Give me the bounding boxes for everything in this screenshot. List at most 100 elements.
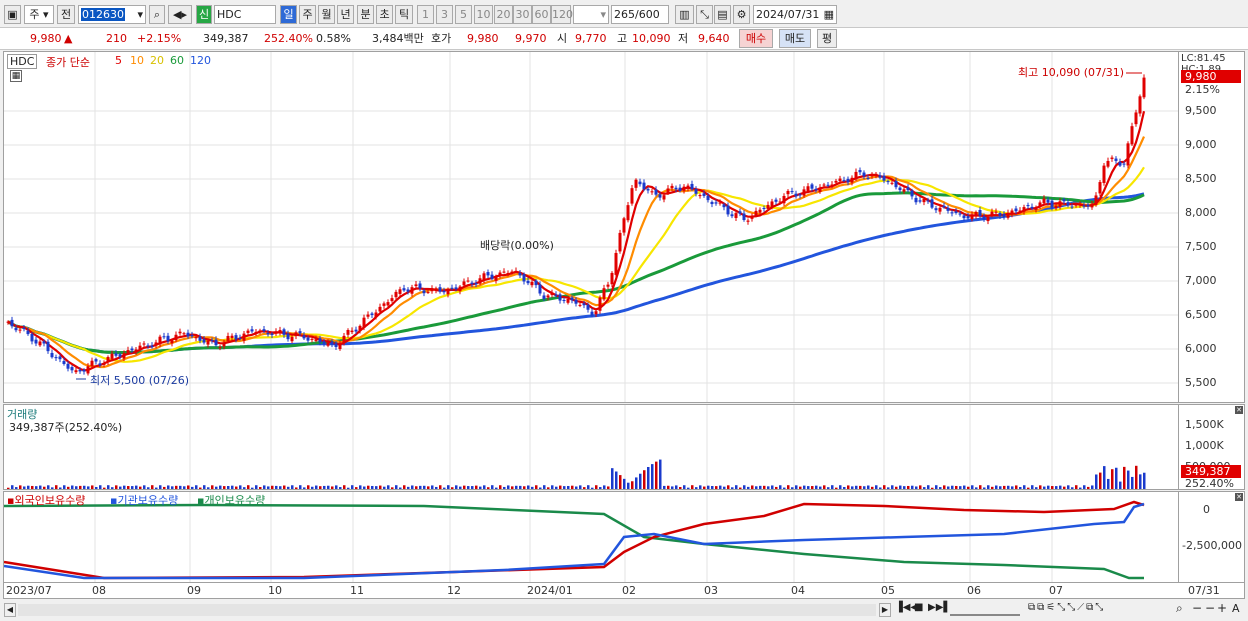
close-icon[interactable]: ✕: [1235, 406, 1243, 414]
interval-30[interactable]: 30: [513, 5, 532, 24]
font-size-icon[interactable]: A: [1232, 602, 1240, 615]
code-input[interactable]: 012630 ▾: [78, 5, 146, 24]
volume-panel[interactable]: 거래량 349,387주(252.40%): [3, 404, 1179, 490]
price-chart-panel[interactable]: HDC 종가 단순 5 10 20 60 120 ▦ 최고 10,090 (07…: [3, 51, 1179, 403]
high-price: 10,090: [632, 32, 671, 45]
stop-icon[interactable]: ■: [914, 602, 923, 613]
period-minute[interactable]: 분: [357, 5, 374, 24]
candle-body: [130, 348, 134, 351]
candle-body: [622, 218, 626, 233]
candle-body: [650, 191, 654, 193]
search-icon[interactable]: ⌕: [149, 5, 165, 24]
zoom-search-icon[interactable]: ⌕: [1176, 601, 1183, 616]
close-icon[interactable]: ✕: [1235, 493, 1243, 501]
volume-bar: [551, 485, 554, 489]
candle-body: [38, 341, 42, 346]
period-week[interactable]: 주: [299, 5, 316, 24]
candle-body: [626, 205, 630, 221]
volume-bar: [739, 487, 742, 489]
candle-body: [702, 193, 706, 196]
volume-bar: [715, 486, 718, 489]
candle-body: [818, 187, 822, 192]
candle-body: [782, 195, 786, 204]
candle-body: [846, 178, 850, 183]
volume-bar: [655, 461, 658, 489]
candle-body: [546, 295, 550, 298]
period-second[interactable]: 초: [376, 5, 393, 24]
candle-body: [890, 182, 894, 184]
candle-body: [1030, 206, 1034, 209]
save-icon[interactable]: ▤: [714, 5, 731, 24]
candle-body: [902, 189, 906, 192]
volume-bar: [395, 485, 398, 489]
type-select[interactable]: 주 ▾: [24, 5, 54, 24]
interval-120[interactable]: 120: [551, 5, 573, 24]
period-year[interactable]: 년: [337, 5, 354, 24]
zoom-out-icon[interactable]: −: [1192, 601, 1202, 615]
scroll-left-icon[interactable]: ◀: [4, 603, 16, 617]
candle-body: [198, 336, 202, 341]
foreign-text: 외국인보유수량: [14, 494, 86, 507]
candle-body: [10, 319, 14, 327]
candle-body: [1034, 208, 1038, 210]
price-tick: 6,500: [1185, 308, 1217, 321]
plus-icon[interactable]: +: [1217, 601, 1227, 615]
period-day[interactable]: 일: [280, 5, 297, 24]
period-tick[interactable]: 틱: [395, 5, 413, 24]
interval-1[interactable]: 1: [417, 5, 434, 24]
name-field[interactable]: HDC: [214, 5, 276, 24]
interval-dropdown[interactable]: ▾: [573, 5, 609, 24]
volume-bar: [311, 486, 314, 489]
scrollbar[interactable]: [18, 604, 876, 616]
eval-button[interactable]: 평: [817, 29, 837, 48]
volume-bar: [587, 485, 590, 489]
volume-bar: [135, 485, 138, 489]
date-field[interactable]: 2024/07/31 ▦: [753, 5, 837, 24]
volume-chart: [7, 405, 1146, 489]
candle-body: [266, 332, 270, 335]
candle-body: [490, 274, 494, 279]
buy-button[interactable]: 매수: [739, 29, 773, 48]
table-icon[interactable]: ▦: [10, 70, 22, 82]
interval-5[interactable]: 5: [455, 5, 472, 24]
candle-body: [50, 352, 54, 358]
forward-icon[interactable]: ▶▶▌: [928, 602, 951, 613]
interval-20[interactable]: 20: [494, 5, 513, 24]
candle-body: [750, 215, 754, 219]
volume-bar: [851, 486, 854, 489]
candle-body: [758, 209, 762, 213]
period-month[interactable]: 월: [318, 5, 335, 24]
tool-icons[interactable]: ⧉⧉⚟⤡⤡⟋⧉⤡: [1028, 602, 1105, 613]
volume-bar: [647, 466, 650, 489]
gear-icon[interactable]: ⚙: [733, 5, 750, 24]
candle-icon[interactable]: ▥: [675, 5, 694, 24]
candle-body: [1026, 205, 1030, 207]
scroll-right-icon[interactable]: ▶: [879, 603, 891, 617]
volume-bar: [339, 487, 342, 489]
window-icon[interactable]: ▣: [4, 5, 21, 24]
interval-60[interactable]: 60: [532, 5, 551, 24]
candle-body: [870, 174, 874, 177]
count-field[interactable]: 265/600: [611, 5, 669, 24]
minus-icon[interactable]: −: [1205, 601, 1215, 615]
candle-body: [442, 290, 446, 293]
volume-bar: [659, 459, 662, 489]
candle-body: [1110, 157, 1114, 159]
candle-body: [582, 303, 586, 306]
volume-bar: [499, 485, 502, 489]
speaker-icon[interactable]: ◀▸: [168, 5, 192, 24]
holding-panel[interactable]: ▪외국인보유수량 ▪기관보유수량 ▪개인보유수량: [3, 491, 1179, 583]
volume-bar: [583, 487, 586, 489]
prev-button[interactable]: 전: [57, 5, 75, 24]
candle-body: [506, 272, 510, 274]
candle-body: [354, 329, 358, 332]
volume-bar: [63, 485, 66, 489]
zoom-slider[interactable]: [950, 602, 1020, 616]
candle-body: [590, 311, 594, 316]
candle-body: [606, 284, 610, 287]
sell-button[interactable]: 매도: [779, 29, 811, 48]
volume-bar: [975, 487, 978, 489]
draw-icon[interactable]: ⤡: [696, 5, 713, 24]
interval-3[interactable]: 3: [436, 5, 453, 24]
interval-10[interactable]: 10: [474, 5, 493, 24]
